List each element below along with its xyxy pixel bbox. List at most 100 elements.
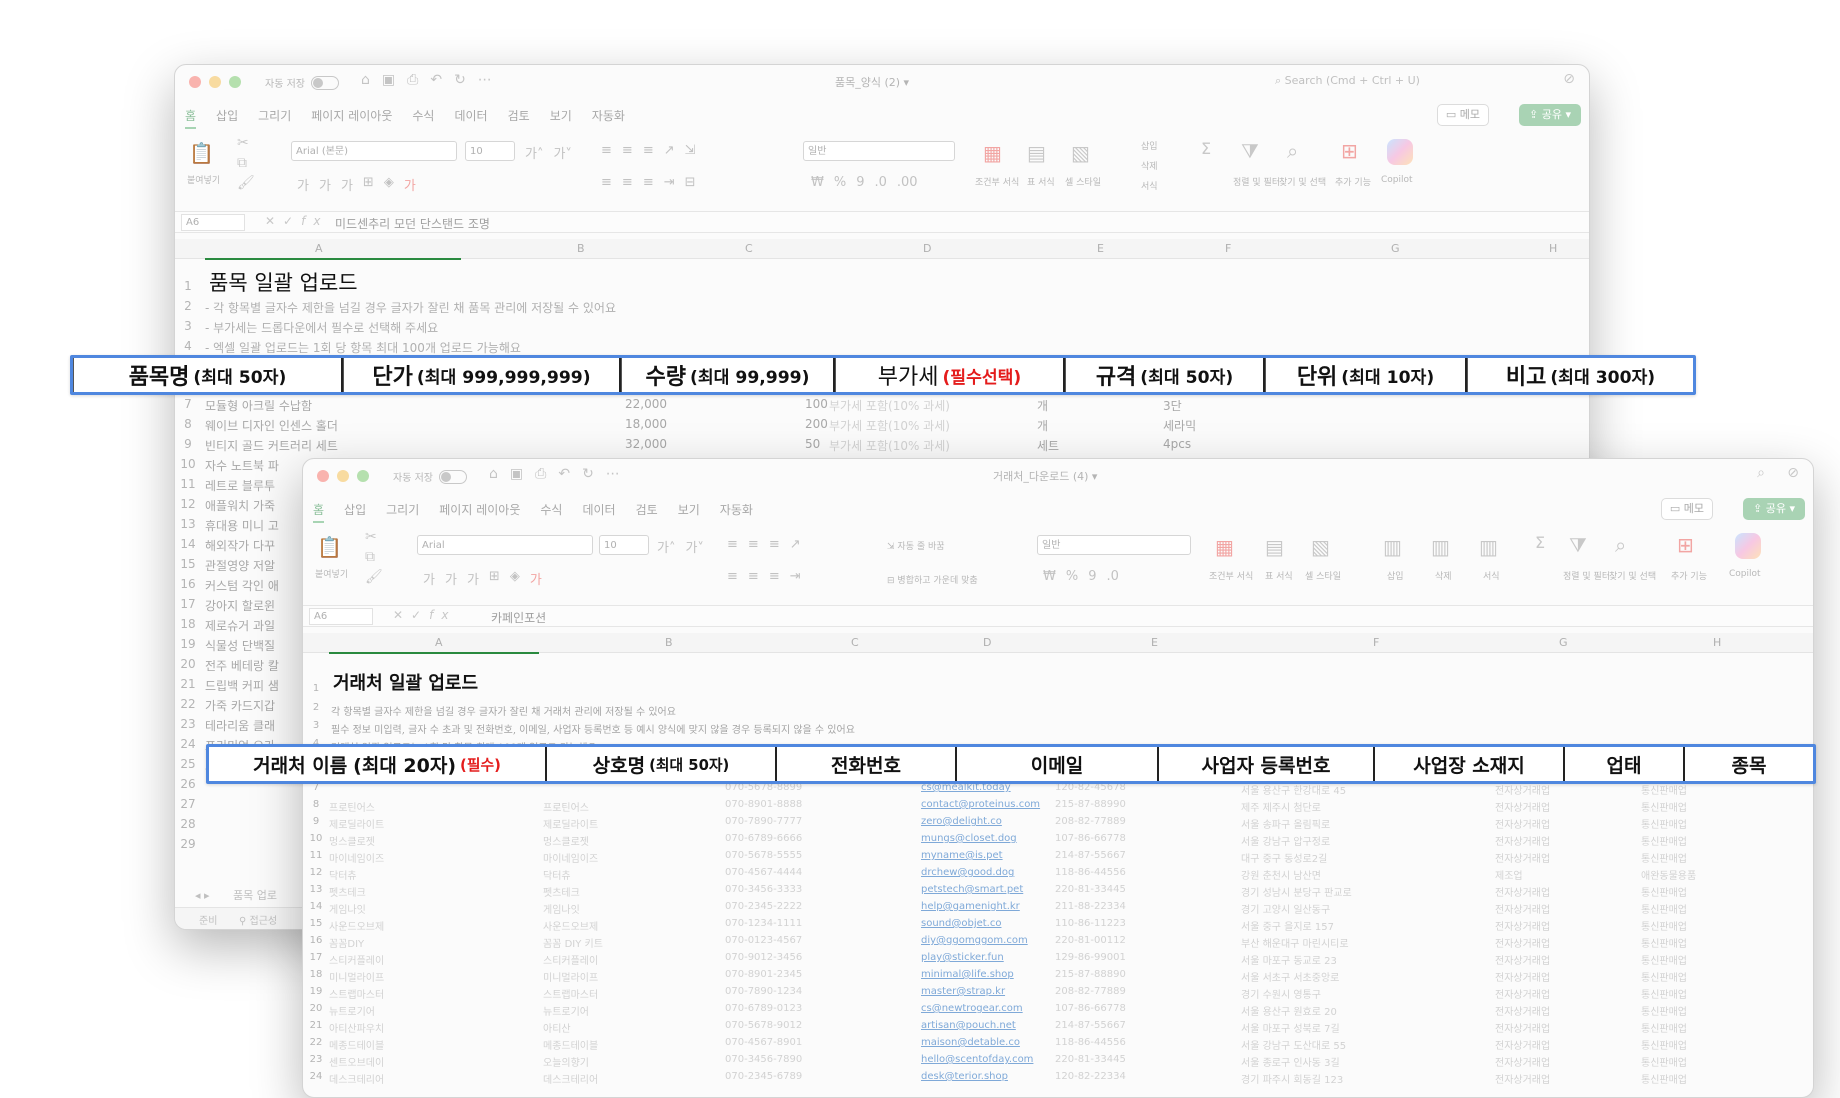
product-name-cell[interactable]: 테라리움 클래 [205, 717, 275, 734]
align-middle-icon[interactable]: ≡ [622, 143, 633, 158]
phone-cell[interactable]: 070-2345-2222 [725, 901, 802, 912]
tab-insert[interactable]: 삽입 [216, 107, 238, 129]
tab-data[interactable]: 데이터 [582, 501, 615, 523]
business-type-cell[interactable]: 전자상거래업 [1495, 952, 1550, 967]
business-type-cell[interactable]: 전자상거래업 [1495, 816, 1550, 831]
tab-review[interactable]: 검토 [508, 107, 530, 129]
address-cell[interactable]: 경기 수원시 영통구 [1241, 986, 1321, 1001]
search-icon[interactable]: ⌕ [1757, 465, 1765, 481]
memo-button[interactable]: ▭ 메모 [1436, 104, 1489, 126]
tab-view[interactable]: 보기 [678, 501, 700, 523]
product-name-cell[interactable]: 강아지 할로윈 [205, 597, 275, 614]
align-left-icon[interactable]: ≡ [601, 175, 612, 190]
decrease-font-icon[interactable]: 가˅ [553, 143, 571, 162]
vendor-name-cell[interactable]: 미니멀라이프 [329, 969, 384, 984]
product-name-cell[interactable]: 자수 노트북 파 [205, 457, 279, 474]
column-header-g[interactable]: G [1559, 636, 1568, 649]
number-format-select[interactable]: 일반 [803, 141, 955, 161]
align-center-icon[interactable]: ≡ [622, 175, 633, 190]
align-right-icon[interactable]: ≡ [643, 175, 654, 190]
product-name-cell[interactable]: 식물성 단백질 [205, 637, 275, 654]
business-type-cell[interactable]: 제조업 [1495, 867, 1523, 882]
business-item-cell[interactable]: 애완동물용품 [1641, 867, 1696, 882]
bold-icon[interactable]: 가 [297, 175, 309, 194]
address-cell[interactable]: 부산 해운대구 마린시티로 [1241, 935, 1349, 950]
column-header-f[interactable]: F [1373, 636, 1379, 649]
price-cell[interactable]: 32,000 [625, 437, 667, 451]
address-cell[interactable]: 강원 춘천시 남산면 [1241, 867, 1321, 882]
business-type-cell[interactable]: 전자상거래업 [1495, 782, 1550, 797]
vendor-name-cell[interactable]: 닥터츄 [329, 867, 357, 882]
business-type-cell[interactable]: 전자상거래업 [1495, 901, 1550, 916]
quantity-cell[interactable]: 50 [805, 437, 820, 451]
business-number-cell[interactable]: 220-81-33445 [1055, 884, 1126, 895]
phone-cell[interactable]: 070-1234-1111 [725, 918, 802, 929]
phone-cell[interactable]: 070-6789-6666 [725, 833, 802, 844]
note-cell[interactable]: 필수 정보 미입력, 글자 수 초과 및 전화번호, 이메일, 사업자 등록번호… [331, 721, 855, 736]
find-select-icon[interactable]: ⌕ [1615, 533, 1626, 557]
address-cell[interactable]: 제주 제주시 첨단로 [1241, 799, 1321, 814]
font-name-select[interactable]: Arial [417, 535, 593, 555]
note-cell[interactable]: - 부가세는 드롭다운에서 필수로 선택해 주세요 [205, 319, 438, 336]
phone-cell[interactable]: 070-4567-4444 [725, 867, 802, 878]
autosave-toggle[interactable]: 자동 저장 [393, 469, 467, 484]
header-vendor-name[interactable]: 거래처 이름 (최대 20자) (필수) [209, 747, 547, 781]
company-name-cell[interactable]: 닥터츄 [543, 867, 571, 882]
phone-cell[interactable]: 070-6789-0123 [725, 1003, 802, 1014]
business-type-cell[interactable]: 전자상거래업 [1495, 1054, 1550, 1069]
header-quantity[interactable]: 수량 (최대 99,999) [621, 358, 835, 392]
product-name-cell[interactable]: 애플워치 가죽 [205, 497, 275, 514]
product-name-cell[interactable]: 모듈형 아크릴 수납함 [205, 397, 312, 414]
orientation-icon[interactable]: ↗ [664, 143, 675, 158]
phone-cell[interactable]: 070-8901-2345 [725, 969, 802, 980]
vendor-name-cell[interactable]: 데스크테리어 [329, 1071, 384, 1086]
business-type-cell[interactable]: 전자상거래업 [1495, 1071, 1550, 1086]
address-cell[interactable]: 서울 강남구 압구정로 [1241, 833, 1330, 848]
vat-cell[interactable]: 부가세 포함(10% 과세) [829, 397, 950, 414]
business-number-cell[interactable]: 214-87-55667 [1055, 850, 1126, 861]
align-bottom-icon[interactable]: ≡ [769, 537, 780, 552]
align-center-icon[interactable]: ≡ [748, 569, 759, 584]
business-type-cell[interactable]: 전자상거래업 [1495, 935, 1550, 950]
business-number-cell[interactable]: 220-81-00112 [1055, 935, 1126, 946]
vendor-name-cell[interactable]: 제로딜라이트 [329, 816, 384, 831]
tab-draw[interactable]: 그리기 [258, 107, 291, 129]
decimal-decrease-icon[interactable]: .00 [897, 175, 918, 190]
share-link-icon[interactable]: ⊘ [1787, 465, 1799, 481]
search-box[interactable]: ⌕ Search (Cmd + Ctrl + U) [1275, 74, 1420, 88]
border-icon[interactable]: ⊞ [363, 175, 374, 194]
column-header-e[interactable]: E [1151, 636, 1158, 649]
address-cell[interactable]: 서울 강남구 도산대로 55 [1241, 1037, 1346, 1052]
column-header-h[interactable]: H [1713, 636, 1721, 649]
business-item-cell[interactable]: 통신판매업 [1641, 901, 1687, 916]
minimize-window-button[interactable] [337, 470, 349, 482]
quantity-cell[interactable]: 200 [805, 417, 828, 431]
print-icon[interactable]: ⎙ [407, 72, 418, 88]
email-cell[interactable]: artisan@pouch.net [921, 1020, 1016, 1031]
note-cell[interactable]: 각 항목별 글자수 제한을 넘길 경우 글자가 잘린 채 거래처 관리에 저장될… [331, 703, 676, 718]
tab-draw[interactable]: 그리기 [386, 501, 419, 523]
business-number-cell[interactable]: 208-82-77889 [1055, 986, 1126, 997]
align-right-icon[interactable]: ≡ [769, 569, 780, 584]
address-cell[interactable]: 경기 고양시 일산동구 [1241, 901, 1330, 916]
fill-color-icon[interactable]: ◈ [510, 569, 520, 588]
format-table-icon[interactable]: ▤ [1027, 141, 1046, 165]
column-header-a[interactable]: A [435, 636, 443, 649]
tab-home[interactable]: 홈 [313, 501, 325, 523]
vendor-name-cell[interactable]: 펫츠테크 [329, 884, 366, 899]
phone-cell[interactable]: 070-3456-3333 [725, 884, 802, 895]
phone-cell[interactable]: 070-0123-4567 [725, 935, 802, 946]
company-name-cell[interactable]: 사운드오브제 [543, 918, 598, 933]
vendor-name-cell[interactable]: 마이네임이즈 [329, 850, 384, 865]
phone-cell[interactable]: 070-5678-5555 [725, 850, 802, 861]
tab-page-layout[interactable]: 페이지 레이아웃 [311, 107, 392, 129]
merge-icon[interactable]: ⊟ [685, 175, 696, 190]
addins-icon[interactable]: ⊞ [1341, 139, 1358, 163]
company-name-cell[interactable]: 마이네임이즈 [543, 850, 598, 865]
product-name-cell[interactable]: 드립백 커피 샘 [205, 677, 279, 694]
save-icon[interactable]: ▣ [382, 72, 395, 88]
tab-automate[interactable]: 자동화 [592, 107, 625, 129]
delete-cells-label[interactable]: 삭제 [1141, 159, 1158, 172]
tab-page-layout[interactable]: 페이지 레이아웃 [439, 501, 520, 523]
copy-icon[interactable]: ⧉ [237, 155, 247, 171]
